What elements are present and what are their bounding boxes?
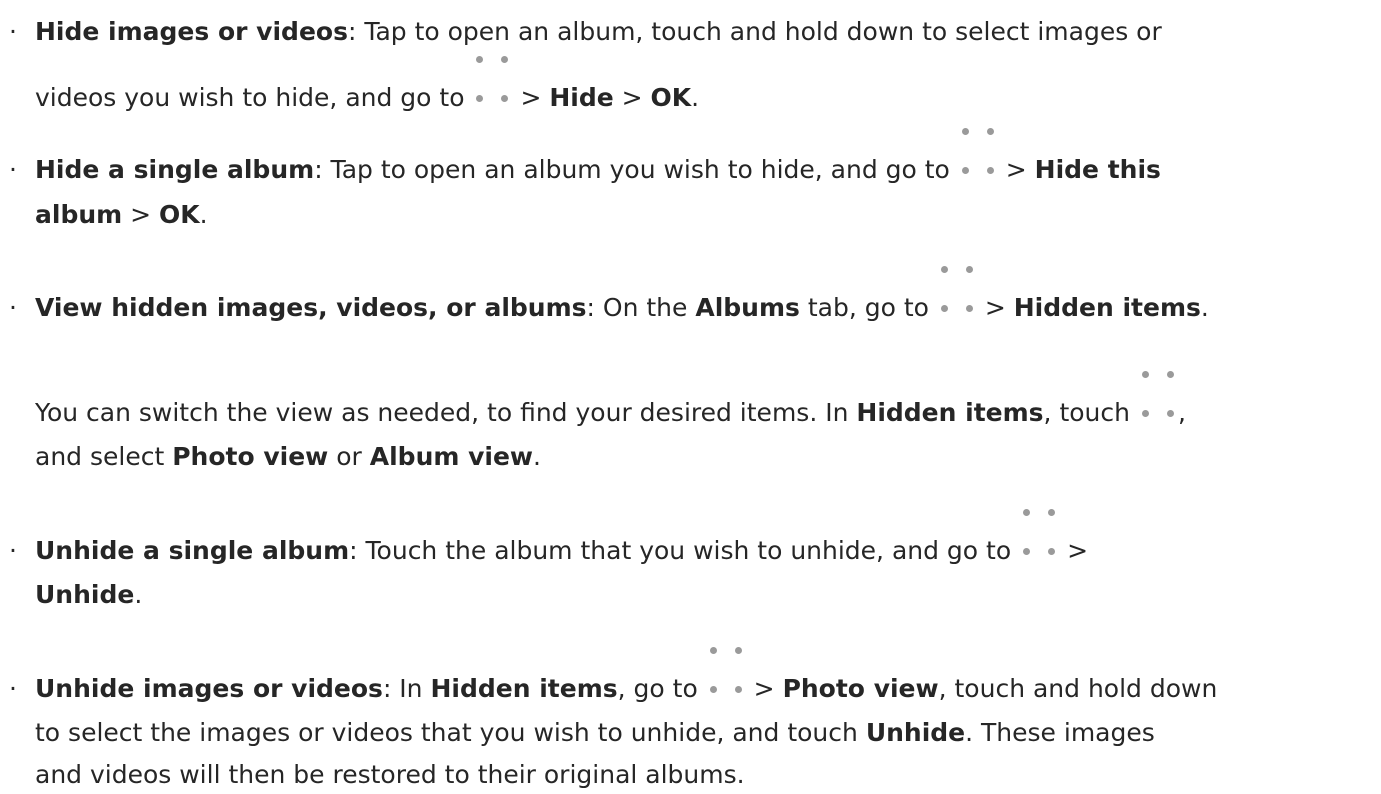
item-title: View hidden images, videos, or albums xyxy=(35,293,587,322)
menu-hide: Hide xyxy=(549,83,614,112)
line-1: Hide a single album: Tap to open an albu… xyxy=(35,128,1161,185)
menu-ok: OK xyxy=(650,83,692,112)
more-options-icon[interactable] xyxy=(1138,371,1178,428)
hidden-items-label: Hidden items xyxy=(430,674,618,703)
more-options-icon[interactable] xyxy=(958,128,998,185)
item-title: Unhide a single album xyxy=(35,536,350,565)
unhide-label: Unhide xyxy=(865,718,966,747)
line-3: and videos will then be restored to thei… xyxy=(35,760,745,789)
bullet: · xyxy=(9,536,17,565)
hidden-items-label: Hidden items xyxy=(856,398,1044,427)
line-2: to select the images or videos that you … xyxy=(35,718,1155,747)
menu-ok: OK xyxy=(159,200,200,229)
more-options-icon[interactable] xyxy=(472,56,512,113)
line-1: Unhide images or videos: In Hidden items… xyxy=(35,647,1217,704)
line-2: album > OK. xyxy=(35,200,208,229)
line-3: and select Photo view or Album view. xyxy=(35,442,541,471)
menu-unhide: Unhide xyxy=(35,580,135,609)
more-options-icon[interactable] xyxy=(937,266,977,323)
menu-album: album xyxy=(35,200,123,229)
line-2: You can switch the view as needed, to fi… xyxy=(35,371,1186,428)
album-view-label: Album view xyxy=(369,442,534,471)
more-options-icon[interactable] xyxy=(706,647,746,704)
menu-hidden-items: Hidden items xyxy=(1013,293,1201,322)
line-1: Unhide a single album: Touch the album t… xyxy=(35,509,1088,566)
more-options-icon[interactable] xyxy=(1019,509,1059,566)
line-1: Hide images or videos: Tap to open an al… xyxy=(35,17,1162,46)
line-1: View hidden images, videos, or albums: O… xyxy=(35,266,1209,323)
item-title: Hide images or videos xyxy=(35,17,348,46)
document-body: · Hide images or videos: Tap to open an … xyxy=(0,0,1381,794)
bullet: · xyxy=(9,293,17,322)
photo-view-label: Photo view xyxy=(172,442,329,471)
menu-photo-view: Photo view xyxy=(782,674,939,703)
line-2: videos you wish to hide, and go to > Hid… xyxy=(35,56,699,113)
menu-hide-this: Hide this xyxy=(1034,155,1161,184)
bullet: · xyxy=(9,155,17,184)
item-title: Hide a single album xyxy=(35,155,315,184)
albums-tab-label: Albums xyxy=(695,293,800,322)
bullet: · xyxy=(9,17,17,46)
bullet: · xyxy=(9,674,17,703)
item-title: Unhide images or videos xyxy=(35,674,383,703)
line-2: Unhide. xyxy=(35,580,143,609)
